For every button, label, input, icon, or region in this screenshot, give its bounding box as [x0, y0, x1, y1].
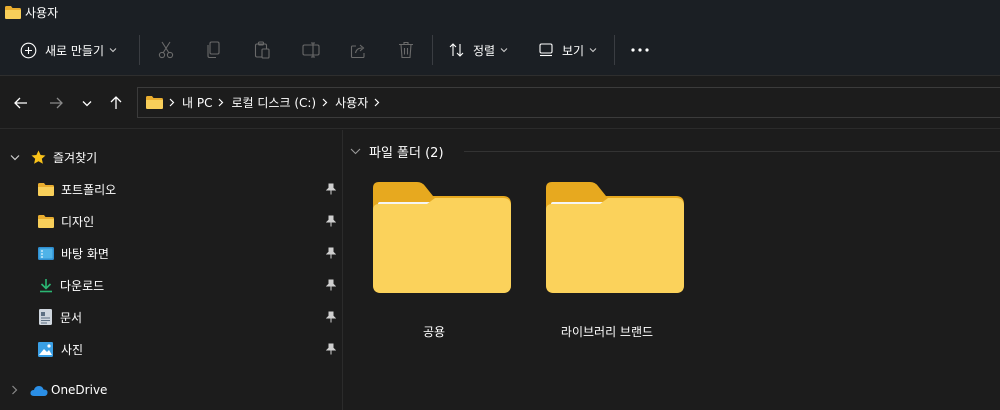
- more-icon: [631, 48, 649, 52]
- more-options-button[interactable]: [631, 24, 649, 76]
- breadcrumb-users[interactable]: 사용자: [335, 94, 368, 111]
- pin-icon[interactable]: [326, 311, 336, 323]
- rename-button[interactable]: [302, 24, 320, 76]
- sort-icon: [449, 43, 464, 57]
- delete-button[interactable]: [398, 24, 414, 76]
- add-icon: [20, 42, 37, 58]
- copy-button[interactable]: [206, 24, 222, 76]
- sidebar-item-label: 바탕 화면: [61, 246, 109, 261]
- onedrive-label: OneDrive: [51, 383, 108, 397]
- file-list: 파일 폴더 (2) 공용 라이브러리 브랜드: [344, 130, 1000, 410]
- chevron-down-icon: [10, 154, 20, 160]
- window-title: 사용자: [25, 5, 59, 20]
- chevron-down-icon: [589, 48, 597, 53]
- paste-button[interactable]: [254, 24, 270, 76]
- view-label: 보기: [562, 43, 585, 58]
- pin-icon[interactable]: [326, 215, 336, 227]
- chevron-right-icon: [169, 98, 175, 107]
- sidebar-item-desktop[interactable]: 바탕 화면: [0, 238, 343, 268]
- command-bar: 새로 만들기 정렬 보기: [0, 24, 1000, 76]
- address-bar[interactable]: 내 PC 로컬 디스크 (C:) 사용자: [137, 87, 1000, 118]
- group-label: 파일 폴더 (2): [369, 146, 444, 161]
- sort-label: 정렬: [473, 43, 496, 58]
- chevron-right-icon: [12, 385, 18, 395]
- sidebar-item-onedrive[interactable]: OneDrive: [0, 375, 343, 405]
- folder-icon: [546, 182, 684, 293]
- sidebar-item-label: 사진: [61, 342, 84, 357]
- folder-icon: [373, 182, 511, 293]
- folder-icon: [38, 214, 54, 228]
- arrow-right-icon: [50, 97, 63, 109]
- quick-access-label: 즐겨찾기: [53, 150, 98, 165]
- arrow-up-icon: [110, 96, 122, 109]
- sidebar-item-portfolio[interactable]: 포트폴리오: [0, 174, 343, 204]
- folder-icon: [146, 96, 163, 109]
- chevron-down-icon: [109, 48, 117, 53]
- toolbar-divider: [614, 35, 615, 65]
- sidebar-item-design[interactable]: 디자인: [0, 206, 343, 236]
- sidebar-item-documents[interactable]: 문서: [0, 302, 343, 332]
- share-button[interactable]: [350, 24, 367, 76]
- breadcrumb-this-pc[interactable]: 내 PC: [182, 94, 212, 111]
- chevron-down-icon: [82, 100, 92, 106]
- pin-icon[interactable]: [326, 183, 336, 195]
- paste-icon: [254, 41, 270, 59]
- sidebar-item-label: 문서: [60, 310, 83, 325]
- new-label: 새로 만들기: [45, 43, 105, 58]
- cut-icon: [158, 41, 174, 59]
- view-icon: [539, 43, 553, 57]
- sidebar-item-label: 포트폴리오: [61, 182, 117, 197]
- title-bar: 사용자: [0, 0, 1000, 24]
- folder-icon: [5, 5, 21, 19]
- document-icon: [39, 309, 52, 325]
- forward-button[interactable]: [46, 93, 66, 113]
- folder-name: 라이브러리 브랜드: [560, 325, 654, 339]
- star-icon: [31, 150, 46, 164]
- pin-icon[interactable]: [326, 343, 336, 355]
- group-header-folders[interactable]: 파일 폴더 (2): [350, 142, 444, 161]
- folder-name: 공용: [422, 325, 446, 339]
- chevron-right-icon: [374, 98, 380, 107]
- pin-icon[interactable]: [326, 279, 336, 291]
- view-button[interactable]: 보기: [539, 24, 597, 76]
- download-icon: [40, 278, 52, 292]
- chevron-right-icon: [322, 98, 328, 107]
- navigation-bar: 내 PC 로컬 디스크 (C:) 사용자: [0, 77, 1000, 129]
- up-button[interactable]: [106, 93, 126, 113]
- cloud-icon: [30, 385, 48, 396]
- chevron-right-icon: [219, 98, 224, 107]
- sidebar-item-label: 다운로드: [60, 278, 105, 293]
- back-button[interactable]: [11, 93, 31, 113]
- rename-icon: [302, 42, 320, 58]
- breadcrumb-local-disk[interactable]: 로컬 디스크 (C:): [231, 94, 316, 111]
- toolbar-divider: [432, 35, 433, 65]
- recent-locations-button[interactable]: [77, 93, 97, 113]
- sidebar-item-label: 디자인: [61, 214, 95, 229]
- folder-item[interactable]: 라이브러리 브랜드: [532, 182, 684, 352]
- arrow-left-icon: [14, 97, 27, 109]
- sidebar-item-pictures[interactable]: 사진: [0, 334, 343, 364]
- copy-icon: [207, 41, 220, 59]
- sidebar-item-quick-access[interactable]: 즐겨찾기: [0, 142, 343, 172]
- pictures-icon: [38, 341, 53, 357]
- toolbar-divider: [139, 35, 140, 65]
- group-divider: [464, 151, 1000, 152]
- desktop-icon: [38, 246, 54, 260]
- navigation-pane: 즐겨찾기 포트폴리오 디자인 바탕 화면 다운로드 문서 사진 OneDrive: [0, 130, 343, 410]
- sidebar-item-downloads[interactable]: 다운로드: [0, 270, 343, 300]
- trash-icon: [399, 41, 413, 59]
- cut-button[interactable]: [158, 24, 174, 76]
- folder-icon: [38, 182, 54, 196]
- chevron-down-icon: [350, 148, 361, 155]
- chevron-down-icon: [500, 48, 508, 53]
- folder-item[interactable]: 공용: [359, 182, 511, 352]
- new-button[interactable]: 새로 만들기: [20, 24, 117, 76]
- sort-button[interactable]: 정렬: [449, 24, 508, 76]
- pin-icon[interactable]: [326, 247, 336, 259]
- share-icon: [350, 44, 365, 58]
